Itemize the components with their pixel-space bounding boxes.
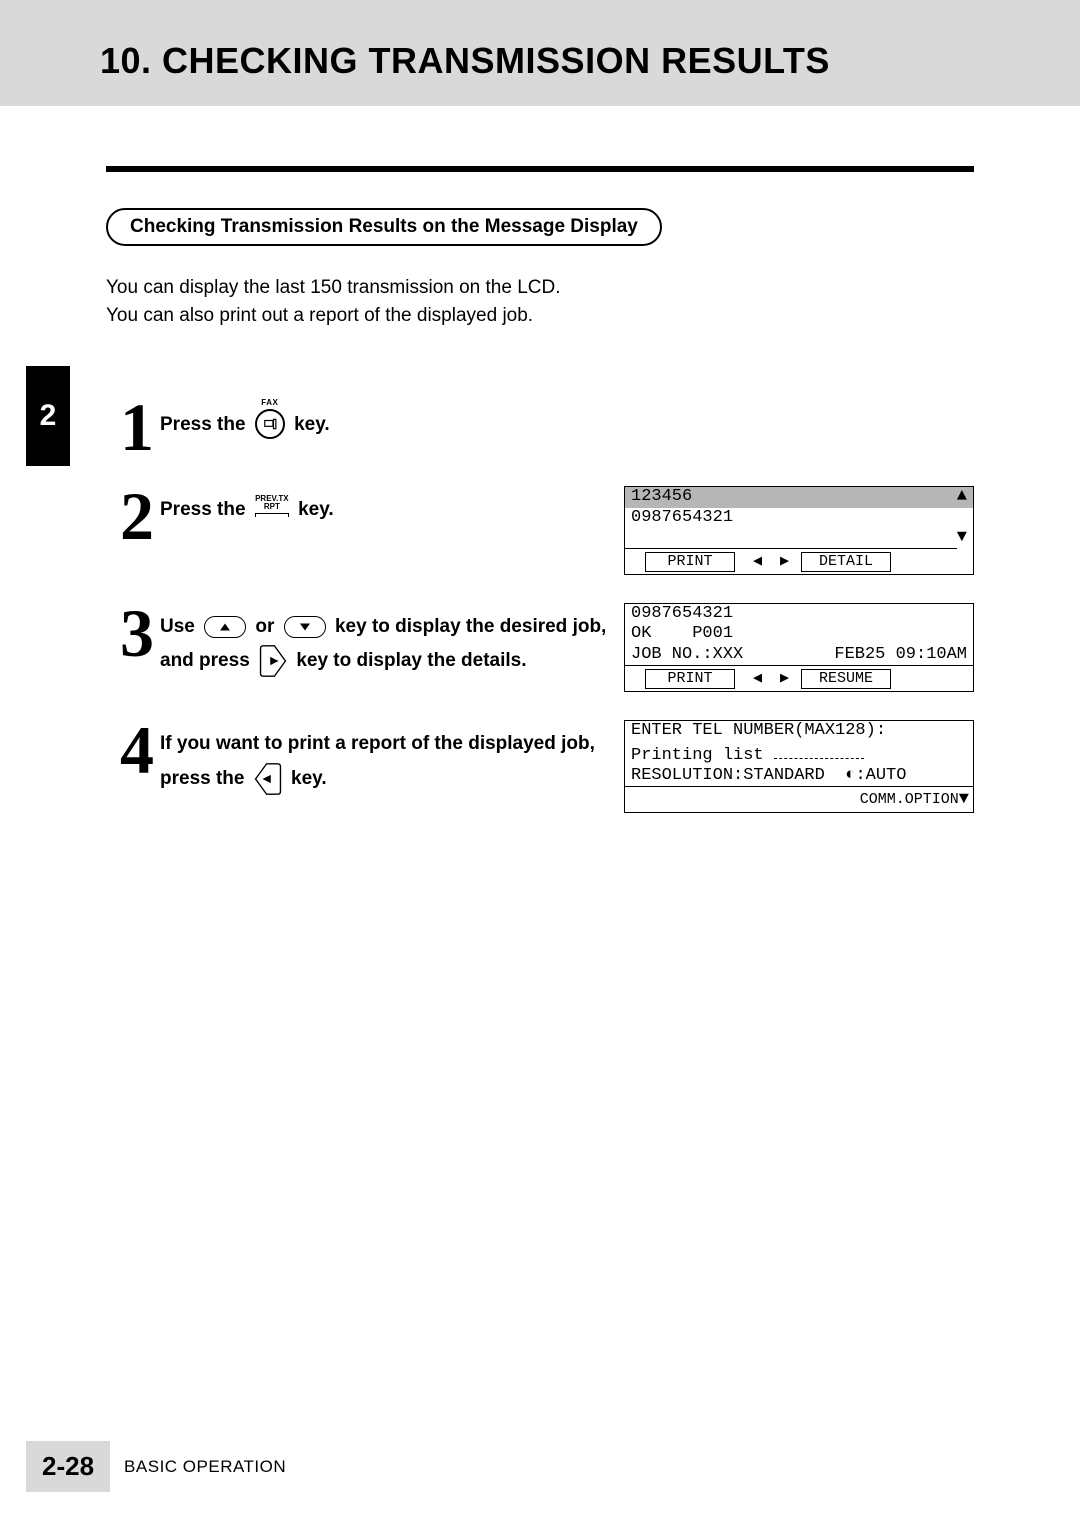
lcd-line: JOB NO.:XXXFEB25 09:10AM	[625, 645, 973, 665]
chapter-title: 10. CHECKING TRANSMISSION RESULTS	[100, 40, 1040, 82]
text: Press the	[160, 499, 246, 520]
left-arrow-icon: ◀	[753, 553, 762, 571]
oval-up-key-icon	[204, 616, 246, 638]
right-arrow-icon: ▶	[780, 670, 789, 688]
right-arrow-key-icon	[259, 643, 287, 679]
step-row: 2 Press the PREV.TX RPT key. 123456▲ 098…	[106, 486, 974, 575]
contrast-icon: ◐	[845, 766, 855, 785]
step-number: 3	[106, 603, 154, 664]
page-number: 2-28	[26, 1441, 110, 1492]
step-body: Press the PREV.TX RPT key.	[160, 486, 624, 526]
intro-text: You can display the last 150 transmissio…	[106, 274, 974, 329]
chapter-tab-number: 2	[40, 399, 57, 433]
text: key.	[298, 499, 334, 520]
step-row: 3 Use or key to display the desired job,…	[106, 603, 974, 692]
intro-line: You can also print out a report of the d…	[106, 302, 974, 330]
lcd-line: ENTER TEL NUMBER(MAX128):	[625, 721, 973, 741]
footer-section-label: BASIC OPERATION	[124, 1457, 286, 1477]
softkey-resume: RESUME	[801, 669, 891, 689]
down-arrow-icon: ▼	[957, 528, 967, 548]
text: key.	[294, 414, 330, 435]
step-body: Press the FAX key.	[160, 397, 974, 445]
text: key.	[291, 768, 327, 789]
step-number: 4	[106, 720, 154, 781]
step-row: 4 If you want to print a report of the d…	[106, 720, 974, 813]
section-pill: Checking Transmission Results on the Mes…	[106, 208, 974, 246]
lcd-line: Printing list	[625, 742, 973, 766]
softkey-detail: DETAIL	[801, 552, 891, 572]
fax-glyph-icon	[263, 417, 277, 431]
lcd-line: 0987654321	[625, 508, 973, 528]
softkey-print: PRINT	[645, 669, 735, 689]
section-pill-label: Checking Transmission Results on the Mes…	[106, 208, 662, 246]
lcd-softkey-row: PRINT ◀ ▶ DETAIL	[625, 548, 957, 574]
text: key to display the details.	[296, 650, 526, 671]
chapter-tab: 2	[26, 366, 70, 466]
text: press the	[160, 768, 244, 789]
oval-down-key-icon	[284, 616, 326, 638]
down-arrow-icon: ▼	[959, 790, 969, 810]
lcd-line: ▼	[625, 528, 973, 548]
lcd-screen: ENTER TEL NUMBER(MAX128): Printing list …	[624, 720, 974, 813]
intro-line: You can display the last 150 transmissio…	[106, 274, 974, 302]
text: If you want to print a report of the dis…	[160, 733, 595, 754]
lcd-screen: 0987654321 OK P001 JOB NO.:XXXFEB25 09:1…	[624, 603, 974, 692]
lcd-line: RESOLUTION:STANDARD ◐:AUTO	[625, 766, 973, 786]
step-number: 2	[106, 486, 154, 547]
chapter-header: 10. CHECKING TRANSMISSION RESULTS	[0, 0, 1080, 106]
prevtx-label2: RPT	[264, 503, 280, 511]
dashed-field	[774, 742, 864, 759]
step-number: 1	[106, 397, 154, 458]
lcd-line: OK P001	[625, 624, 973, 644]
text: Press the	[160, 414, 246, 435]
prevtx-key-icon: PREV.TX RPT	[255, 495, 289, 517]
text: Use	[160, 616, 195, 637]
lcd-line: 123456▲	[625, 487, 973, 507]
text: or	[255, 616, 274, 637]
text: key to display the desired job,	[335, 616, 606, 637]
step-body: If you want to print a report of the dis…	[160, 720, 624, 796]
lcd-softkey-row: COMM.OPTION ▼	[625, 786, 973, 812]
left-arrow-icon: ◀	[753, 670, 762, 688]
up-arrow-icon: ▲	[957, 487, 967, 507]
lcd-softkey-row: PRINT ◀ ▶ RESUME	[625, 665, 973, 691]
softkey-comm-option: COMM.OPTION	[860, 791, 959, 809]
fax-key-icon: FAX	[255, 399, 285, 439]
left-arrow-key-icon	[254, 761, 282, 797]
page-footer: 2-28 BASIC OPERATION	[26, 1441, 286, 1492]
fax-key-label: FAX	[261, 399, 278, 407]
step-row: 1 Press the FAX key.	[106, 397, 974, 458]
text: and press	[160, 650, 250, 671]
softkey-print: PRINT	[645, 552, 735, 572]
step-body: Use or key to display the desired job, a…	[160, 603, 624, 679]
lcd-line: 0987654321	[625, 604, 973, 624]
lcd-screen: 123456▲ 0987654321 ▼ PRINT ◀ ▶ DETAIL	[624, 486, 974, 575]
right-arrow-icon: ▶	[780, 553, 789, 571]
horizontal-rule	[106, 166, 974, 172]
